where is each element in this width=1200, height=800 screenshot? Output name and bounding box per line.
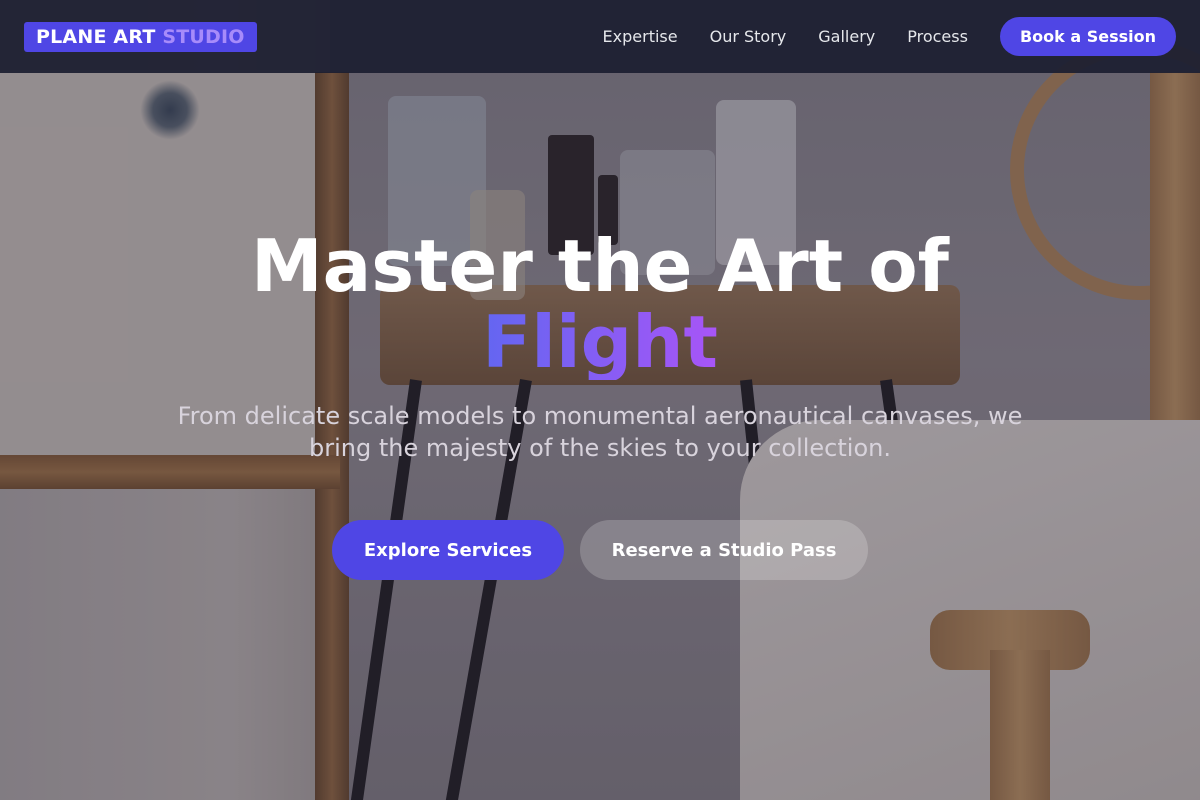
- brand-logo[interactable]: PLANE ART STUDIO: [24, 21, 257, 52]
- headline-highlight: Flight: [482, 300, 718, 384]
- nav-link-expertise[interactable]: Expertise: [603, 27, 678, 46]
- headline-line1: Master the Art of: [251, 224, 949, 308]
- book-session-button[interactable]: Book a Session: [999, 17, 1176, 56]
- hero-headline: Master the Art of Flight: [0, 228, 1200, 380]
- nav-link-gallery[interactable]: Gallery: [818, 27, 875, 46]
- main-nav: Expertise Our Story Gallery Process Book…: [603, 17, 1176, 56]
- hero-section: Master the Art of Flight From delicate s…: [0, 228, 1200, 580]
- nav-link-process[interactable]: Process: [907, 27, 968, 46]
- nav-link-our-story[interactable]: Our Story: [710, 27, 787, 46]
- hero-subtitle: From delicate scale models to monumental…: [177, 402, 1023, 462]
- hero-button-row: Explore Services Reserve a Studio Pass: [0, 520, 1200, 580]
- reserve-studio-pass-button[interactable]: Reserve a Studio Pass: [580, 520, 868, 580]
- explore-services-button[interactable]: Explore Services: [332, 520, 564, 580]
- top-navbar: PLANE ART STUDIO Expertise Our Story Gal…: [0, 0, 1200, 73]
- brand-name-accent: STUDIO: [162, 25, 245, 48]
- brand-name-main: PLANE ART: [36, 25, 156, 48]
